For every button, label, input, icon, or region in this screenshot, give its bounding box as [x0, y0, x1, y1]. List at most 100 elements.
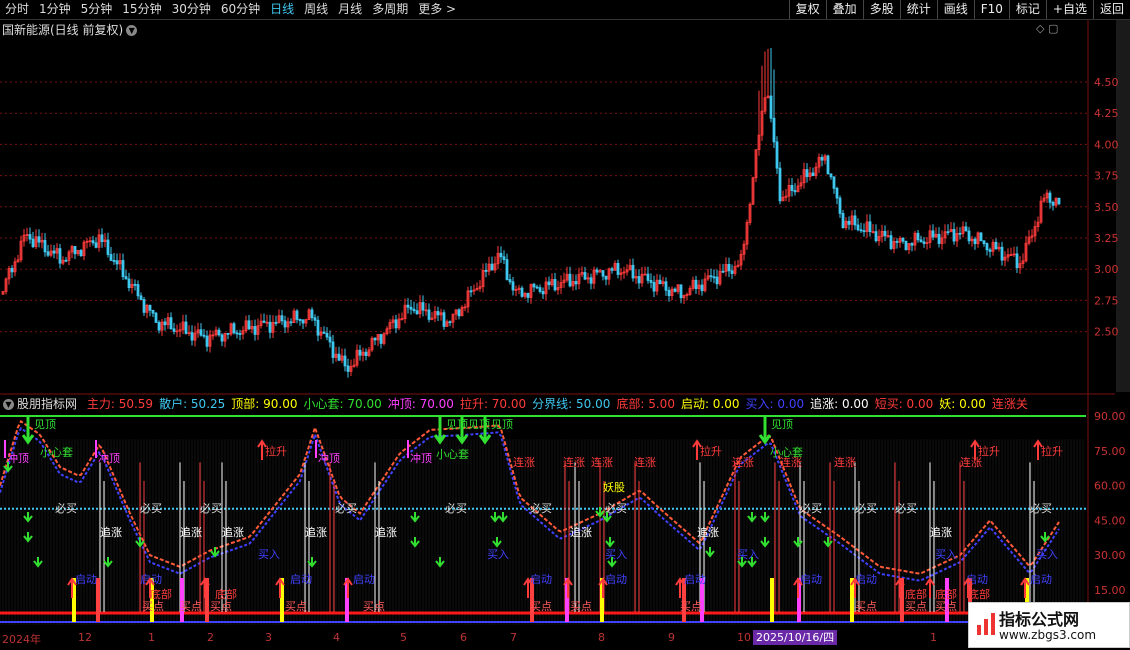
candle-body	[679, 284, 683, 299]
candle-body	[358, 349, 362, 356]
candle-body	[502, 256, 506, 261]
signal-label: 拉升	[700, 444, 722, 458]
candle-body	[952, 229, 956, 242]
price-axis-label: 2.50	[1094, 326, 1119, 339]
candle-body	[490, 263, 494, 271]
candle-body	[310, 309, 314, 319]
watermark-title: 指标公式网	[999, 610, 1080, 629]
price-axis-label: 3.25	[1094, 232, 1119, 245]
chart-canvas[interactable]: 4.504.254.003.753.503.253.002.752.5090.0…	[0, 0, 1130, 650]
candle-body	[973, 238, 977, 245]
signal-label: 底部	[150, 587, 172, 601]
candle-body	[499, 252, 503, 258]
top-arrow-icon	[758, 416, 772, 445]
indicator-axis-label: 30.00	[1094, 549, 1126, 562]
signal-label: 买点	[570, 600, 592, 613]
candle-body	[295, 310, 299, 320]
candle-body	[409, 306, 413, 310]
candle-body	[322, 331, 326, 334]
down-arrow-icon	[498, 512, 508, 523]
signal-label: 冲顶	[318, 451, 340, 465]
signal-label: 连涨	[834, 456, 856, 469]
candle-body	[421, 302, 425, 311]
candle-body	[673, 288, 677, 292]
candle-body	[856, 224, 860, 231]
candle-body	[601, 270, 605, 277]
signal-label: 连涨	[513, 456, 535, 469]
candle-body	[313, 317, 317, 321]
down-arrow-icon	[492, 537, 502, 548]
candle-body	[637, 276, 641, 284]
signal-label: 买点	[855, 600, 877, 613]
candle-body	[406, 304, 410, 308]
candle-body	[232, 323, 236, 334]
candle-body	[247, 320, 251, 330]
candle-body	[919, 239, 923, 243]
candle-body	[427, 309, 431, 320]
candle-body	[982, 240, 986, 244]
collapse-icon[interactable]: ▼	[3, 399, 14, 410]
candle-body	[202, 334, 206, 337]
candle-body	[346, 365, 350, 372]
candle-body	[328, 336, 332, 343]
candle-body	[547, 281, 551, 286]
candle-body	[1015, 253, 1019, 269]
x-axis-label: 4	[333, 631, 340, 644]
candle-body	[826, 155, 830, 175]
candle-body	[769, 95, 773, 119]
signal-label: 买点	[680, 600, 702, 613]
candle-body	[31, 238, 35, 248]
signal-label: 买入	[258, 548, 280, 561]
candle-body	[1057, 197, 1061, 205]
candle-body	[709, 275, 713, 278]
candle-body	[157, 322, 161, 331]
candle-body	[574, 281, 578, 285]
candle-body	[343, 355, 347, 367]
signal-label: 冲顶	[7, 451, 29, 465]
signal-label: 必买	[1030, 502, 1052, 515]
candle-body	[325, 332, 329, 338]
x-axis-label: 5	[400, 631, 407, 644]
indicator-value-2: 顶部: 90.00	[231, 397, 298, 411]
candle-body	[775, 141, 779, 169]
candle-body	[469, 290, 473, 293]
candle-body	[331, 341, 335, 358]
indicator-value-6: 分界线: 50.00	[532, 397, 611, 411]
candle-body	[124, 276, 128, 280]
candle-body	[712, 276, 716, 279]
candle-body	[841, 212, 845, 229]
signal-label: 必买	[895, 502, 917, 515]
candle-body	[283, 320, 287, 328]
signal-label: 必买	[800, 502, 822, 515]
candle-body	[301, 319, 305, 324]
candle-body	[730, 270, 734, 274]
indicator-value-8: 启动: 0.00	[680, 397, 740, 411]
candle-body	[994, 241, 998, 250]
signal-label: 必买	[200, 502, 222, 515]
down-arrow-icon	[33, 557, 43, 568]
candle-body	[73, 246, 77, 255]
signal-label: 连涨	[732, 456, 754, 469]
candle-body	[847, 220, 851, 225]
candle-body	[100, 234, 104, 243]
candle-body	[874, 231, 878, 242]
x-axis-label: 2	[207, 631, 214, 644]
signal-label: 必买	[55, 502, 77, 515]
candle-body	[526, 292, 530, 298]
candle-body	[832, 176, 836, 189]
candle-body	[967, 230, 971, 242]
candle-body	[442, 312, 446, 327]
candle-body	[589, 277, 593, 284]
candle-body	[931, 230, 935, 238]
x-axis-label: 7	[510, 631, 517, 644]
indicator-value-1: 散户: 50.25	[159, 397, 226, 411]
candle-body	[652, 282, 656, 292]
signal-label: 连涨	[634, 456, 656, 469]
candle-body	[448, 321, 452, 324]
candle-body	[436, 311, 440, 316]
candle-body	[133, 283, 137, 286]
signal-label: 追涨	[930, 525, 952, 539]
candle-body	[721, 270, 725, 273]
candle-body	[922, 241, 926, 244]
candle-body	[508, 279, 512, 283]
